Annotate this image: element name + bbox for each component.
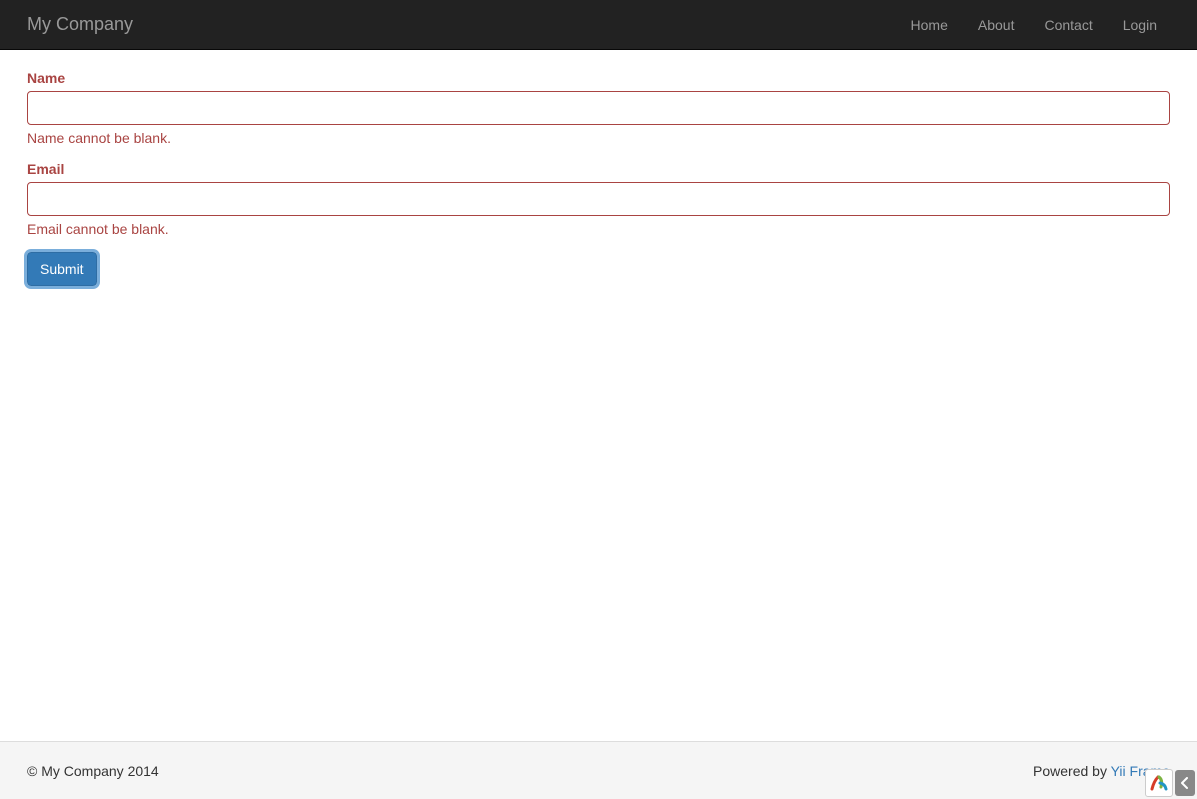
brand-link[interactable]: My Company xyxy=(15,14,133,35)
debug-toolbar xyxy=(1145,769,1195,797)
toolbar-toggle-icon[interactable] xyxy=(1175,770,1195,796)
email-input[interactable] xyxy=(27,182,1170,216)
form-group-name: Name Name cannot be blank. xyxy=(27,70,1170,146)
nav-list: Home About Contact Login xyxy=(896,17,1182,33)
submit-button[interactable]: Submit xyxy=(27,252,97,286)
entry-form: Name Name cannot be blank. Email Email c… xyxy=(27,70,1170,286)
name-input[interactable] xyxy=(27,91,1170,125)
email-label: Email xyxy=(27,161,64,177)
yii-logo-icon[interactable] xyxy=(1145,769,1173,797)
main-container: Name Name cannot be blank. Email Email c… xyxy=(0,50,1197,321)
nav-home[interactable]: Home xyxy=(896,2,963,48)
footer: © My Company 2014 Powered by Yii Frame xyxy=(0,741,1197,799)
nav-contact[interactable]: Contact xyxy=(1029,2,1107,48)
form-group-submit: Submit xyxy=(27,252,1170,286)
nav-about[interactable]: About xyxy=(963,2,1030,48)
form-group-email: Email Email cannot be blank. xyxy=(27,161,1170,237)
nav-login[interactable]: Login xyxy=(1108,2,1172,48)
name-error: Name cannot be blank. xyxy=(27,130,1170,146)
name-label: Name xyxy=(27,70,65,86)
footer-copyright: © My Company 2014 xyxy=(27,763,159,779)
navbar: My Company Home About Contact Login xyxy=(0,0,1197,50)
email-error: Email cannot be blank. xyxy=(27,221,1170,237)
powered-prefix: Powered by xyxy=(1033,763,1111,779)
